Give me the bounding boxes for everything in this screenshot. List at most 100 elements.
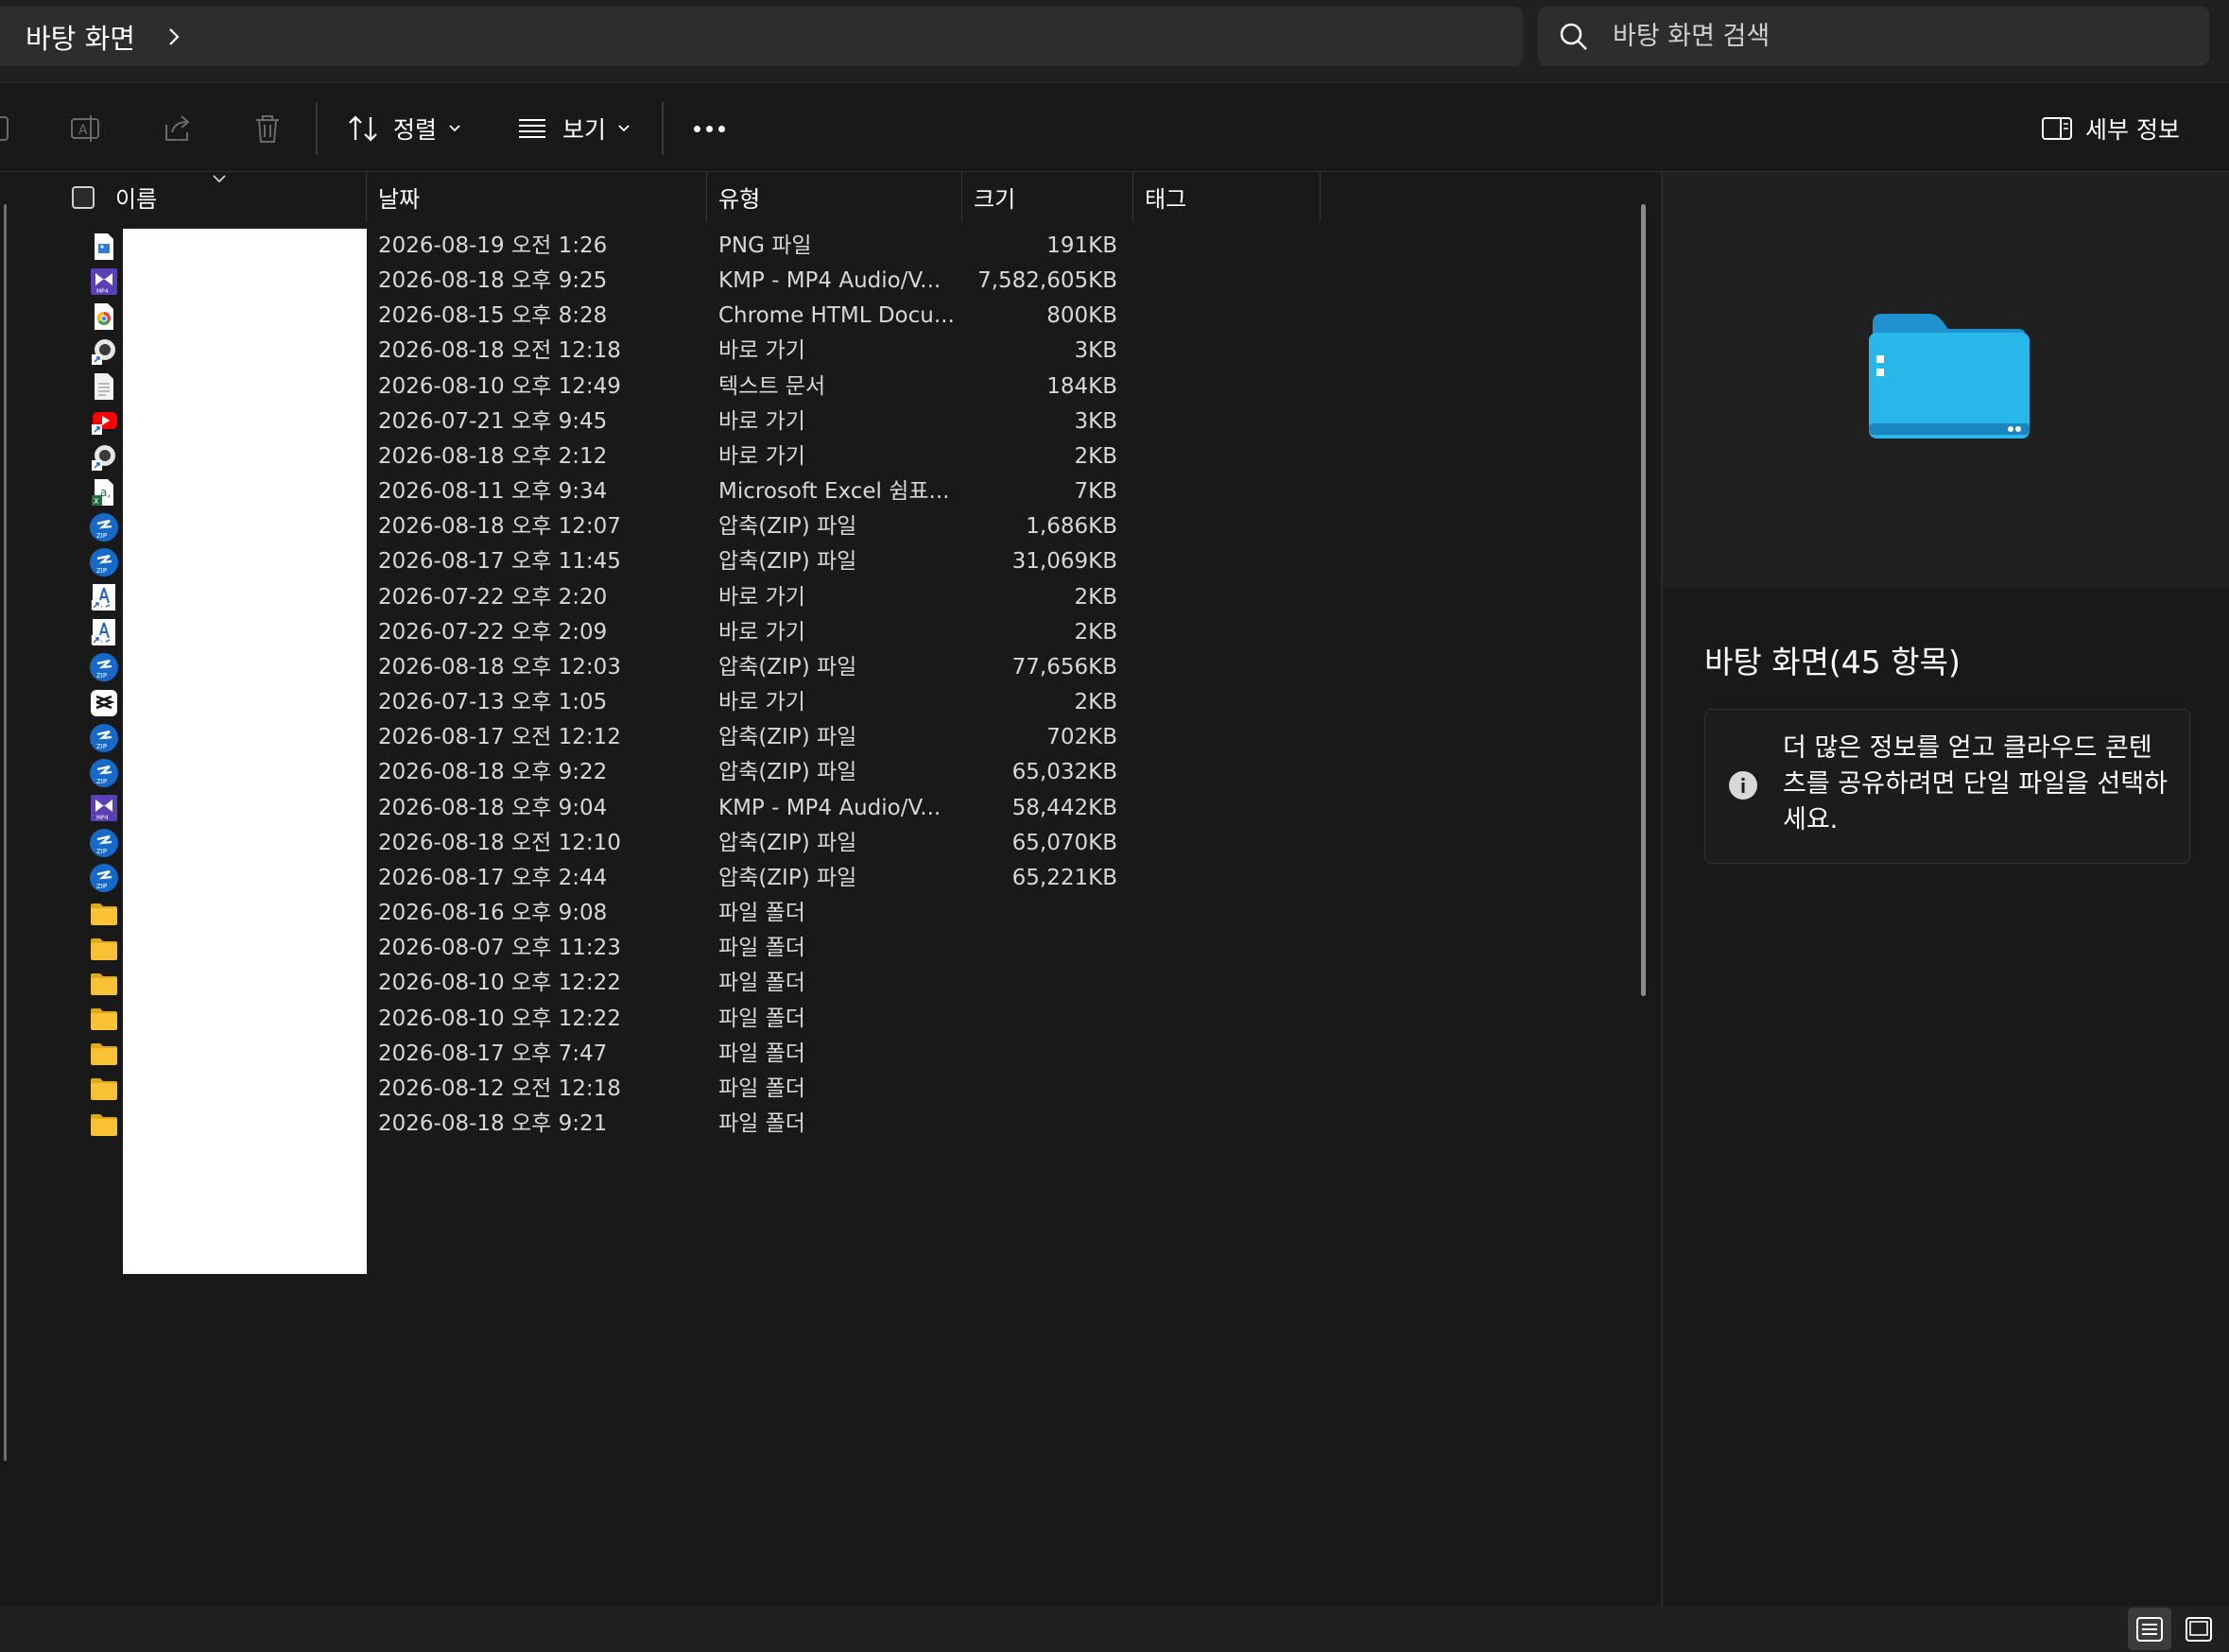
rename-icon[interactable]: A xyxy=(68,112,102,146)
file-date: 2026-08-10 오후 12:22 xyxy=(378,1006,621,1031)
large-icons-view-icon xyxy=(2186,1616,2212,1642)
more-options-button[interactable] xyxy=(688,110,730,147)
capcut-shortcut-icon xyxy=(89,688,119,718)
app-shortcut-icon xyxy=(89,617,119,647)
details-pane-button[interactable]: 세부 정보 xyxy=(2040,104,2180,153)
vertical-scrollbar[interactable] xyxy=(1641,204,1646,996)
info-text: 더 많은 정보를 얻고 클라우드 콘텐츠를 공유하려면 단일 파일을 선택하세요… xyxy=(1783,733,2168,835)
column-type[interactable]: 유형 xyxy=(707,172,960,221)
copy-icon[interactable] xyxy=(0,112,15,146)
excel-file-icon: a, X xyxy=(89,477,119,508)
file-size xyxy=(945,1107,1117,1142)
sort-icon xyxy=(349,115,377,142)
column-tags[interactable]: 태그 xyxy=(1133,172,1319,221)
chrome-html-icon xyxy=(89,301,119,332)
column-name[interactable]: 이름 xyxy=(104,172,365,221)
file-type: KMP - MP4 Audio/V... xyxy=(718,795,942,820)
zip-file-icon: ZIP xyxy=(89,652,119,682)
svg-text:ZIP: ZIP xyxy=(96,883,107,890)
share-icon[interactable] xyxy=(161,112,195,146)
folder-icon xyxy=(89,934,119,964)
file-type: 압축(ZIP) 파일 xyxy=(718,549,857,575)
zip-file-icon: ZIP xyxy=(89,723,119,753)
preview-area xyxy=(1663,172,2229,588)
file-type: 파일 폴더 xyxy=(718,971,805,996)
file-type: 바로 가기 xyxy=(718,408,805,434)
svg-text:ZIP: ZIP xyxy=(96,848,107,855)
file-size: 2KB xyxy=(1074,584,1118,610)
column-header-row: 이름 날짜 유형 크기 태그 xyxy=(0,172,1661,221)
file-date: 2026-08-17 오후 11:45 xyxy=(378,549,621,575)
breadcrumb[interactable]: 바탕 화면 xyxy=(0,7,1523,66)
file-type: 압축(ZIP) 파일 xyxy=(718,830,857,855)
svg-text:A: A xyxy=(78,123,88,138)
file-size: 65,032KB xyxy=(1011,760,1117,785)
file-type: 바로 가기 xyxy=(718,338,805,364)
column-divider[interactable] xyxy=(1320,172,1321,221)
file-date: 2026-08-12 오전 12:18 xyxy=(378,1076,621,1101)
zip-file-icon: ZIP xyxy=(89,863,119,893)
chevron-right-icon[interactable] xyxy=(164,26,184,47)
chevron-down-icon xyxy=(449,125,460,132)
info-icon xyxy=(1729,771,1757,800)
file-type: 바로 가기 xyxy=(718,690,805,715)
file-size: 2KB xyxy=(1074,690,1118,715)
file-date: 2026-08-18 오후 2:12 xyxy=(378,443,608,469)
search-box[interactable] xyxy=(1538,7,2209,66)
file-type: 파일 폴더 xyxy=(718,1076,805,1101)
search-input[interactable] xyxy=(1613,22,2142,51)
file-date: 2026-08-18 오후 9:04 xyxy=(378,795,608,820)
zip-file-icon: ZIP xyxy=(89,547,119,577)
details-pane: 바탕 화면(45 항목) 더 많은 정보를 얻고 클라우드 콘텐츠를 공유하려면… xyxy=(1661,172,2229,1606)
file-size: 77,656KB xyxy=(1011,654,1117,680)
column-date[interactable]: 날짜 xyxy=(367,172,705,221)
file-size: 31,069KB xyxy=(1011,549,1117,575)
file-type: 파일 폴더 xyxy=(718,936,805,961)
file-size: 7,582,605KB xyxy=(977,268,1117,294)
details-pane-icon xyxy=(2042,117,2072,140)
file-size: 1,686KB xyxy=(1026,514,1117,540)
app-shortcut-icon xyxy=(89,582,119,612)
file-type: 바로 가기 xyxy=(718,443,805,469)
column-size[interactable]: 크기 xyxy=(962,172,1132,221)
folder-icon xyxy=(89,1004,119,1034)
folder-icon xyxy=(89,969,119,999)
file-date: 2026-08-17 오후 2:44 xyxy=(378,865,608,890)
folder-icon xyxy=(89,1039,119,1069)
zip-file-icon: ZIP xyxy=(89,512,119,542)
view-button[interactable]: 보기 xyxy=(515,104,631,153)
file-type: 압축(ZIP) 파일 xyxy=(718,760,857,785)
file-date: 2026-08-10 오후 12:49 xyxy=(378,373,621,399)
file-type: 파일 폴더 xyxy=(718,1006,805,1031)
file-size: 3KB xyxy=(1074,338,1118,364)
details-view-icon xyxy=(2136,1616,2163,1642)
file-size: 702KB xyxy=(1046,725,1117,750)
svg-text:MP4: MP4 xyxy=(96,288,109,295)
file-date: 2026-08-11 오후 9:34 xyxy=(378,479,608,505)
sort-label: 정렬 xyxy=(393,116,438,144)
status-bar xyxy=(0,1606,2229,1652)
file-type: 바로 가기 xyxy=(718,584,805,610)
file-size xyxy=(945,966,1117,1001)
large-icons-view-button[interactable] xyxy=(2177,1608,2220,1650)
delete-icon[interactable] xyxy=(251,112,285,146)
address-bar: 바탕 화면 xyxy=(0,0,2229,83)
details-view-button[interactable] xyxy=(2128,1608,2171,1650)
file-date: 2026-08-18 오후 12:03 xyxy=(378,654,621,680)
file-size: 58,442KB xyxy=(1011,795,1117,820)
file-type: 압축(ZIP) 파일 xyxy=(718,514,857,540)
select-all-checkbox[interactable] xyxy=(72,186,95,209)
file-date: 2026-07-21 오후 9:45 xyxy=(378,408,608,434)
file-type: 압축(ZIP) 파일 xyxy=(718,654,857,680)
file-size xyxy=(945,1037,1117,1072)
file-date: 2026-07-22 오후 2:20 xyxy=(378,584,608,610)
sort-button[interactable]: 정렬 xyxy=(346,104,461,153)
breadcrumb-desktop[interactable]: 바탕 화면 xyxy=(26,17,135,57)
file-type: 파일 폴더 xyxy=(718,1041,805,1066)
file-date: 2026-08-18 오후 12:07 xyxy=(378,514,621,540)
file-date: 2026-08-17 오후 7:47 xyxy=(378,1041,608,1066)
zip-file-icon: ZIP xyxy=(89,758,119,788)
youtube-shortcut-icon xyxy=(89,406,119,437)
zip-file-icon: ZIP xyxy=(89,828,119,858)
svg-text:ZIP: ZIP xyxy=(96,567,107,575)
